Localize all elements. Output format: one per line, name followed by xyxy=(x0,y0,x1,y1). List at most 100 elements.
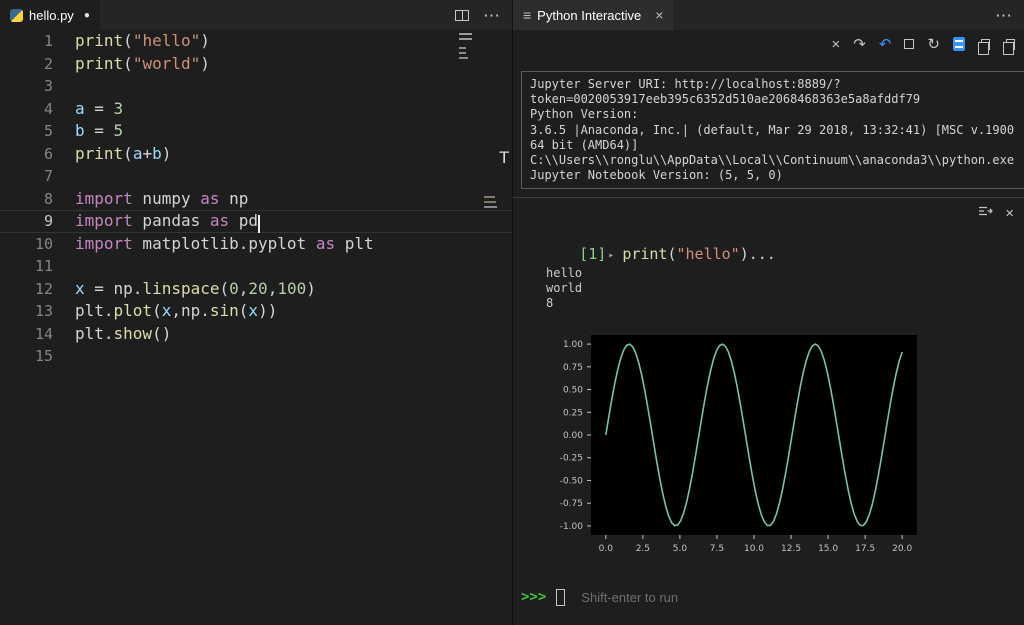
line-number: 8 xyxy=(43,189,53,208)
svg-text:5.0: 5.0 xyxy=(673,544,688,554)
editor-lines[interactable]: 1 print("hello") 2 print("world") 3 4 a = 35b … xyxy=(0,30,512,625)
line-number: 6 xyxy=(43,144,53,163)
expand-all-icon[interactable] xyxy=(978,38,990,55)
goto-code-icon[interactable] xyxy=(977,203,994,224)
code-token: plot xyxy=(113,301,153,320)
minimap-mark xyxy=(459,33,472,35)
tab-hello-py[interactable]: hello.py ● xyxy=(0,0,100,30)
code-line[interactable]: 7 xyxy=(0,165,512,188)
svg-text:12.5: 12.5 xyxy=(781,544,801,554)
code-token: import xyxy=(75,211,133,230)
split-editor-icon[interactable] xyxy=(455,9,469,21)
code-line[interactable]: 3 xyxy=(0,75,512,98)
line-number: 1 xyxy=(43,32,53,50)
output-line: 8 xyxy=(546,296,554,310)
code-token: ) xyxy=(306,278,316,298)
code-token: "hello" xyxy=(676,245,740,263)
code-token: a xyxy=(75,98,85,118)
code-token: b xyxy=(152,143,162,163)
sine-plot-svg: 0.0 2.5 5.0 7.5 10.0 12.5 15.0 17.5 20.0 1.00 0.75… xyxy=(560,335,917,554)
code-token: as xyxy=(315,233,336,253)
svg-text:0.25: 0.25 xyxy=(563,408,583,418)
code-token: ) xyxy=(200,53,210,73)
minimap-mark xyxy=(459,57,468,59)
text-cursor xyxy=(258,215,261,233)
remove-all-cells-icon[interactable]: × xyxy=(832,37,841,52)
code-token: print xyxy=(622,245,668,263)
code-token: "world" xyxy=(132,53,201,73)
code-line[interactable]: 4 a = 3 xyxy=(0,98,512,121)
minimap-mark xyxy=(484,196,495,198)
input-prompt: >>> xyxy=(521,589,547,605)
interrupt-kernel-icon[interactable] xyxy=(904,39,915,49)
tab-python-interactive[interactable]: ≡ Python Interactive × xyxy=(513,0,674,30)
svg-text:1.00: 1.00 xyxy=(563,340,583,350)
code-line[interactable]: 11 xyxy=(0,255,512,278)
svg-text:20.0: 20.0 xyxy=(892,544,912,554)
restart-kernel-icon[interactable]: ↻ xyxy=(927,37,940,52)
code-line[interactable]: 5 b = 5 xyxy=(0,120,512,143)
code-token: print xyxy=(75,143,124,163)
line-number: 3 xyxy=(43,77,53,95)
cell-actions: × xyxy=(977,203,1014,224)
code-line[interactable]: 15 xyxy=(0,345,512,368)
undo-icon[interactable]: ↶ xyxy=(879,37,892,52)
code-token: 0 xyxy=(229,278,239,298)
code-token: as xyxy=(200,188,220,208)
server-info-line: 64 bit (AMD64)] xyxy=(530,137,639,152)
code-line[interactable]: 1 print("hello") xyxy=(0,30,512,53)
code-token: x xyxy=(161,301,172,320)
code-token: 100 xyxy=(277,278,307,298)
code-token: print xyxy=(75,53,124,73)
line-number: 13 xyxy=(34,302,53,320)
code-token: ) xyxy=(161,143,172,163)
cell-output: hello world 8 xyxy=(546,266,582,311)
more-actions-icon[interactable]: ⋯ xyxy=(483,7,500,24)
export-notebook-icon[interactable] xyxy=(953,37,965,51)
interactive-tabbar: ≡ Python Interactive × ⋯ xyxy=(513,0,1024,30)
modified-indicator-icon[interactable]: ● xyxy=(84,10,90,21)
code-line[interactable]: 10 import matplotlib.pyplot as plt xyxy=(0,233,512,256)
svg-text:17.5: 17.5 xyxy=(855,544,875,554)
remove-cell-icon[interactable]: × xyxy=(1005,206,1014,221)
code-token: as xyxy=(209,211,230,230)
code-token: )... xyxy=(739,245,776,263)
line-number: 10 xyxy=(34,234,53,253)
code-token: () xyxy=(152,323,172,343)
redo-icon[interactable]: ↷ xyxy=(853,37,866,52)
code-token: = xyxy=(84,98,114,118)
server-info-line: token=0020053917eeb395c6352d510ae2068468… xyxy=(530,92,921,107)
code-line[interactable]: 9 import pandas as pd xyxy=(0,210,512,233)
code-token: import xyxy=(75,188,133,208)
code-token: plt. xyxy=(75,323,114,343)
code-token: x xyxy=(248,301,259,320)
more-actions-icon[interactable]: ⋯ xyxy=(995,7,1012,24)
svg-text:15.0: 15.0 xyxy=(818,544,838,554)
code-line[interactable]: 6 print(a+b) xyxy=(0,143,512,166)
tab-label: hello.py xyxy=(29,7,74,23)
interactive-tabbar-actions: ⋯ xyxy=(995,0,1024,30)
code-token: )) xyxy=(258,301,278,320)
code-line[interactable]: 2 print("world") xyxy=(0,53,512,76)
code-token: print xyxy=(75,31,124,50)
minimap[interactable] xyxy=(457,30,512,625)
code-line[interactable]: 14 plt.show() xyxy=(0,323,512,346)
minimap-mark xyxy=(459,52,466,54)
code-token: ,np. xyxy=(171,301,210,320)
code-token: plt. xyxy=(75,301,114,320)
code-line[interactable]: 13 plt.plot(x,np.sin(x)) xyxy=(0,300,512,323)
minimap-mark xyxy=(484,201,496,203)
line-number: 9 xyxy=(43,212,53,230)
close-tab-icon[interactable]: × xyxy=(655,7,663,23)
input-placeholder: Shift-enter to run xyxy=(581,589,679,605)
code-token: 5 xyxy=(113,121,124,140)
cell-code: print("hello")... xyxy=(622,245,776,263)
code-line[interactable]: 12 x = np.linspace(0,20,100) xyxy=(0,278,512,301)
collapse-arrow-icon[interactable]: ▸ xyxy=(608,250,614,261)
code-line[interactable]: 8 import numpy as np xyxy=(0,188,512,211)
code-token: plt xyxy=(335,233,374,253)
output-line: world xyxy=(546,281,583,295)
minimap-mark xyxy=(459,38,472,40)
collapse-all-icon[interactable] xyxy=(1003,38,1015,55)
input-row[interactable]: >>> Shift-enter to run xyxy=(521,585,1024,609)
